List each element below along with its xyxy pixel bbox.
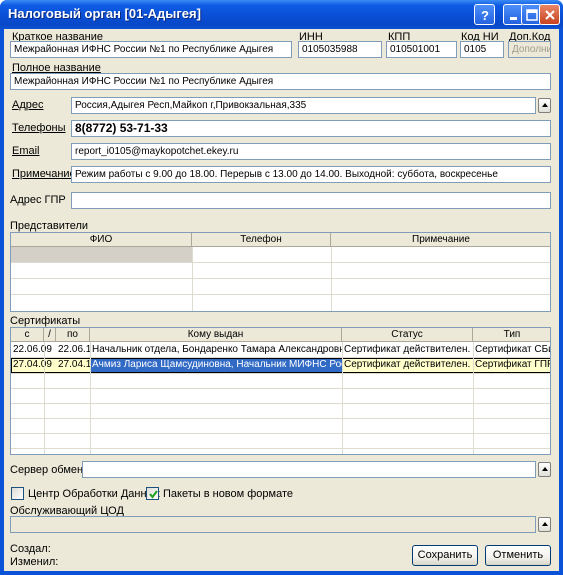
cert-issued-to-cell: Начальник отдела, Бондаренко Тамара Алек… xyxy=(92,344,342,355)
close-icon xyxy=(545,10,555,20)
representatives-label: Представители xyxy=(10,220,89,232)
code-ni-field[interactable]: 0105 xyxy=(460,41,504,58)
maximize-icon xyxy=(526,9,538,21)
grid-line xyxy=(11,403,550,404)
cert-status-cell: Сертификат действителен. xyxy=(344,359,471,370)
help-icon: ? xyxy=(481,8,489,22)
grid-line xyxy=(44,342,45,454)
cert-to-cell: 27.04.10 xyxy=(58,359,90,370)
data-center-label: Центр Обработки Данных xyxy=(28,488,160,500)
certificates-label: Сертификаты xyxy=(10,315,81,327)
cert-col-sep[interactable]: / xyxy=(44,328,56,342)
modified-label: Изменил: xyxy=(10,556,59,568)
rep-current-cell[interactable] xyxy=(11,247,192,262)
exchange-server-field[interactable] xyxy=(82,461,536,478)
grid-line xyxy=(473,342,474,454)
cert-type-cell: Сертификат СБиС xyxy=(475,344,550,355)
cancel-button-label: Отменить xyxy=(492,549,544,561)
save-button[interactable]: Сохранить xyxy=(412,545,478,566)
grid-line xyxy=(90,342,91,454)
grid-line xyxy=(11,373,550,374)
new-format-checkbox[interactable] xyxy=(146,487,159,500)
cert-status-cell: Сертификат действителен. xyxy=(344,344,471,355)
exchange-server-dropdown-button[interactable] xyxy=(538,462,551,477)
short-name-field[interactable]: Межрайонная ИФНС России №1 по Республике… xyxy=(10,41,292,58)
grid-line xyxy=(11,262,550,263)
close-button[interactable] xyxy=(539,4,560,25)
minimize-icon xyxy=(510,17,517,20)
grid-line xyxy=(11,433,550,434)
grid-line xyxy=(11,448,550,449)
serving-cod-field[interactable] xyxy=(10,516,536,533)
created-label: Создал: xyxy=(10,543,51,555)
cert-col-from[interactable]: с xyxy=(11,328,44,342)
title-bar[interactable]: Налоговый орган [01-Адыгея] ? xyxy=(0,0,563,29)
phones-field[interactable]: 8(8772) 53-71-33 xyxy=(71,120,551,137)
cancel-button[interactable]: Отменить xyxy=(485,545,551,566)
cert-col-to[interactable]: по xyxy=(56,328,90,342)
new-format-label: Пакеты в новом формате xyxy=(163,488,294,500)
window-title: Налоговый орган [01-Адыгея] xyxy=(8,6,201,21)
note-label: Примечание xyxy=(12,168,76,180)
cert-col-type[interactable]: Тип xyxy=(473,328,550,342)
grid-line xyxy=(192,247,193,311)
data-center-checkbox[interactable] xyxy=(11,487,24,500)
grid-line xyxy=(11,418,550,419)
rep-col-phone[interactable]: Телефон xyxy=(192,233,331,247)
note-field[interactable]: Режим работы с 9.00 до 18.00. Перерыв с … xyxy=(71,166,551,183)
svg-text:?: ? xyxy=(481,8,489,22)
cert-col-issued-to[interactable]: Кому выдан xyxy=(90,328,342,342)
address-dropdown-button[interactable] xyxy=(538,98,551,113)
phones-label: Телефоны xyxy=(12,122,66,134)
grid-line xyxy=(11,357,550,358)
exchange-server-label: Сервер обмена xyxy=(10,464,90,476)
grid-line xyxy=(342,342,343,454)
grid-line xyxy=(331,247,332,311)
help-button[interactable]: ? xyxy=(474,4,495,25)
address-field[interactable]: Россия,Адыгея Респ,Майкоп г,Привокзальна… xyxy=(71,97,536,114)
cert-type-cell: Сертификат ГПР xyxy=(475,359,551,370)
address-label: Адрес xyxy=(12,99,44,111)
representatives-grid[interactable]: ФИО Телефон Примечание xyxy=(10,232,551,312)
kpp-field[interactable]: 010501001 xyxy=(386,41,457,58)
grid-line xyxy=(11,294,550,295)
full-name-field[interactable]: Межрайонная ИФНС России №1 по Республике… xyxy=(10,73,551,90)
cert-col-status[interactable]: Статус xyxy=(342,328,473,342)
certificates-grid[interactable]: с / по Кому выдан Статус Тип 22.06.09 22… xyxy=(10,327,551,455)
dialog-window: Налоговый орган [01-Адыгея] ? Краткое на… xyxy=(0,0,563,575)
grid-line xyxy=(11,278,550,279)
dop-code-field[interactable]: Дополни xyxy=(508,41,551,58)
cert-issued-to-cell: Ачмиз Лариса Щамсудиновна, Начальник МИФ… xyxy=(92,359,342,370)
checkmark-icon xyxy=(149,490,158,499)
serving-cod-dropdown-button[interactable] xyxy=(538,517,551,532)
save-button-label: Сохранить xyxy=(417,549,473,561)
cert-from-cell: 27.04.09 xyxy=(13,359,52,370)
gpr-address-field[interactable] xyxy=(71,192,551,209)
rep-col-fio[interactable]: ФИО xyxy=(11,233,192,247)
gpr-address-label: Адрес ГПР xyxy=(10,194,66,206)
email-label: Email xyxy=(12,145,40,157)
email-field[interactable]: report_i0105@maykopotchet.ekey.ru xyxy=(71,143,551,160)
dialog-body: Краткое название Межрайонная ИФНС России… xyxy=(4,29,559,571)
inn-field[interactable]: 0105035988 xyxy=(298,41,382,58)
grid-line xyxy=(11,388,550,389)
rep-col-note[interactable]: Примечание xyxy=(331,233,550,247)
cert-from-cell: 22.06.09 xyxy=(13,344,52,355)
cert-to-cell: 22.06.10 xyxy=(58,344,90,355)
